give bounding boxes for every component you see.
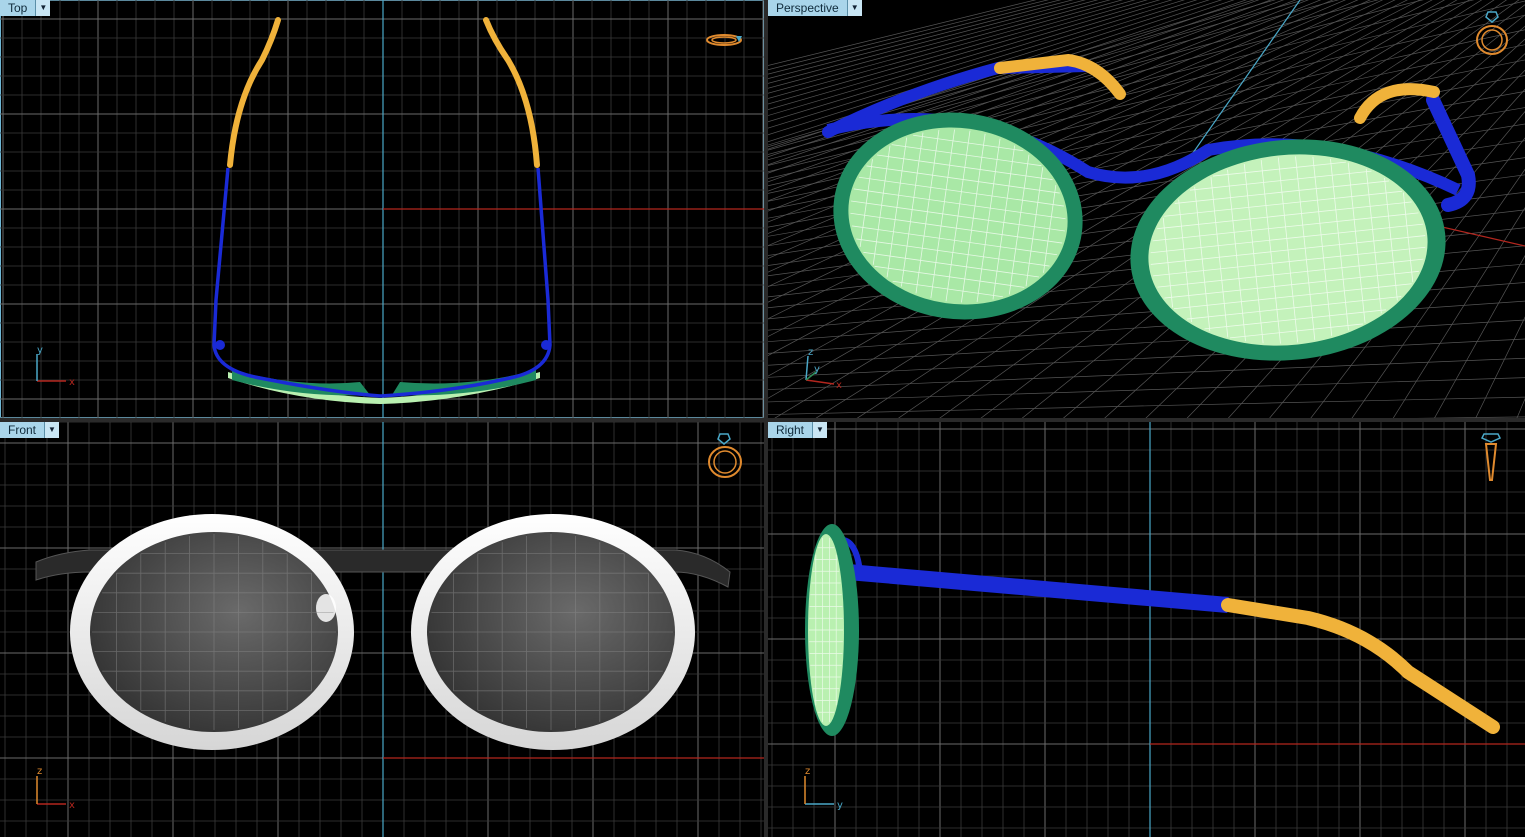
axis-y-label: y xyxy=(837,800,843,811)
temple-tip-left xyxy=(994,53,1126,100)
viewport-top-title: Top xyxy=(8,1,28,15)
dropdown-arrow-icon[interactable]: ▼ xyxy=(846,0,862,16)
viewport-front-title: Front xyxy=(8,423,37,437)
lens-highlight xyxy=(316,594,336,622)
temple-tip-right-top xyxy=(483,17,540,168)
viewport-perspective-label[interactable]: Perspective ▼ xyxy=(768,0,862,16)
axis-z-label: z xyxy=(808,347,813,358)
top-view-canvas[interactable]: x y xyxy=(0,0,764,418)
axis-x-label: x xyxy=(836,380,842,391)
viewport-front-label[interactable]: Front ▼ xyxy=(0,422,60,438)
axis-triad-icon: x z y xyxy=(805,347,842,391)
temple-tip-left-top xyxy=(227,17,281,168)
axis-y-label: y xyxy=(814,364,820,375)
axis-x-label: x xyxy=(69,800,75,811)
perspective-view-canvas[interactable]: x z y xyxy=(768,0,1525,418)
axis-y-label: y xyxy=(37,345,43,356)
viewport-right[interactable]: Right ▼ y z xyxy=(768,422,1525,837)
ring-gizmo-icon[interactable] xyxy=(706,432,744,480)
axis-triad-icon: x z xyxy=(36,766,75,811)
viewport-divider-horizontal[interactable] xyxy=(0,418,1525,422)
dropdown-arrow-icon[interactable]: ▼ xyxy=(35,0,51,16)
grid xyxy=(768,422,1525,837)
viewport-top-label[interactable]: Top ▼ xyxy=(0,0,51,16)
viewport-perspective[interactable]: Perspective ▼ x z y xyxy=(768,0,1525,418)
axis-z-label: z xyxy=(37,766,42,777)
ring-gizmo-icon[interactable] xyxy=(704,28,746,54)
viewport-right-title: Right xyxy=(776,423,805,437)
rim-right-top xyxy=(392,370,536,396)
ring-gizmo-icon[interactable] xyxy=(1480,432,1502,484)
hinge-left xyxy=(215,340,225,350)
frame-blue-top xyxy=(212,167,552,398)
axis-triad-icon: x y xyxy=(36,345,75,388)
dropdown-arrow-icon[interactable]: ▼ xyxy=(812,422,828,438)
right-view-canvas[interactable]: y z xyxy=(768,422,1525,837)
axis-x-label: x xyxy=(69,377,75,388)
axis-triad-icon: y z xyxy=(804,766,843,811)
front-view-canvas[interactable]: x z xyxy=(0,422,764,837)
ring-gizmo-icon[interactable] xyxy=(1474,10,1510,58)
dropdown-arrow-icon[interactable]: ▼ xyxy=(44,422,60,438)
viewport-top[interactable]: Top ▼ x y xyxy=(0,0,764,418)
viewport-front[interactable]: Front ▼ x z xyxy=(0,422,764,837)
viewport-right-label[interactable]: Right ▼ xyxy=(768,422,828,438)
viewport-perspective-title: Perspective xyxy=(776,1,839,15)
hinge-right xyxy=(541,340,551,350)
axis-z-label: z xyxy=(805,766,810,777)
